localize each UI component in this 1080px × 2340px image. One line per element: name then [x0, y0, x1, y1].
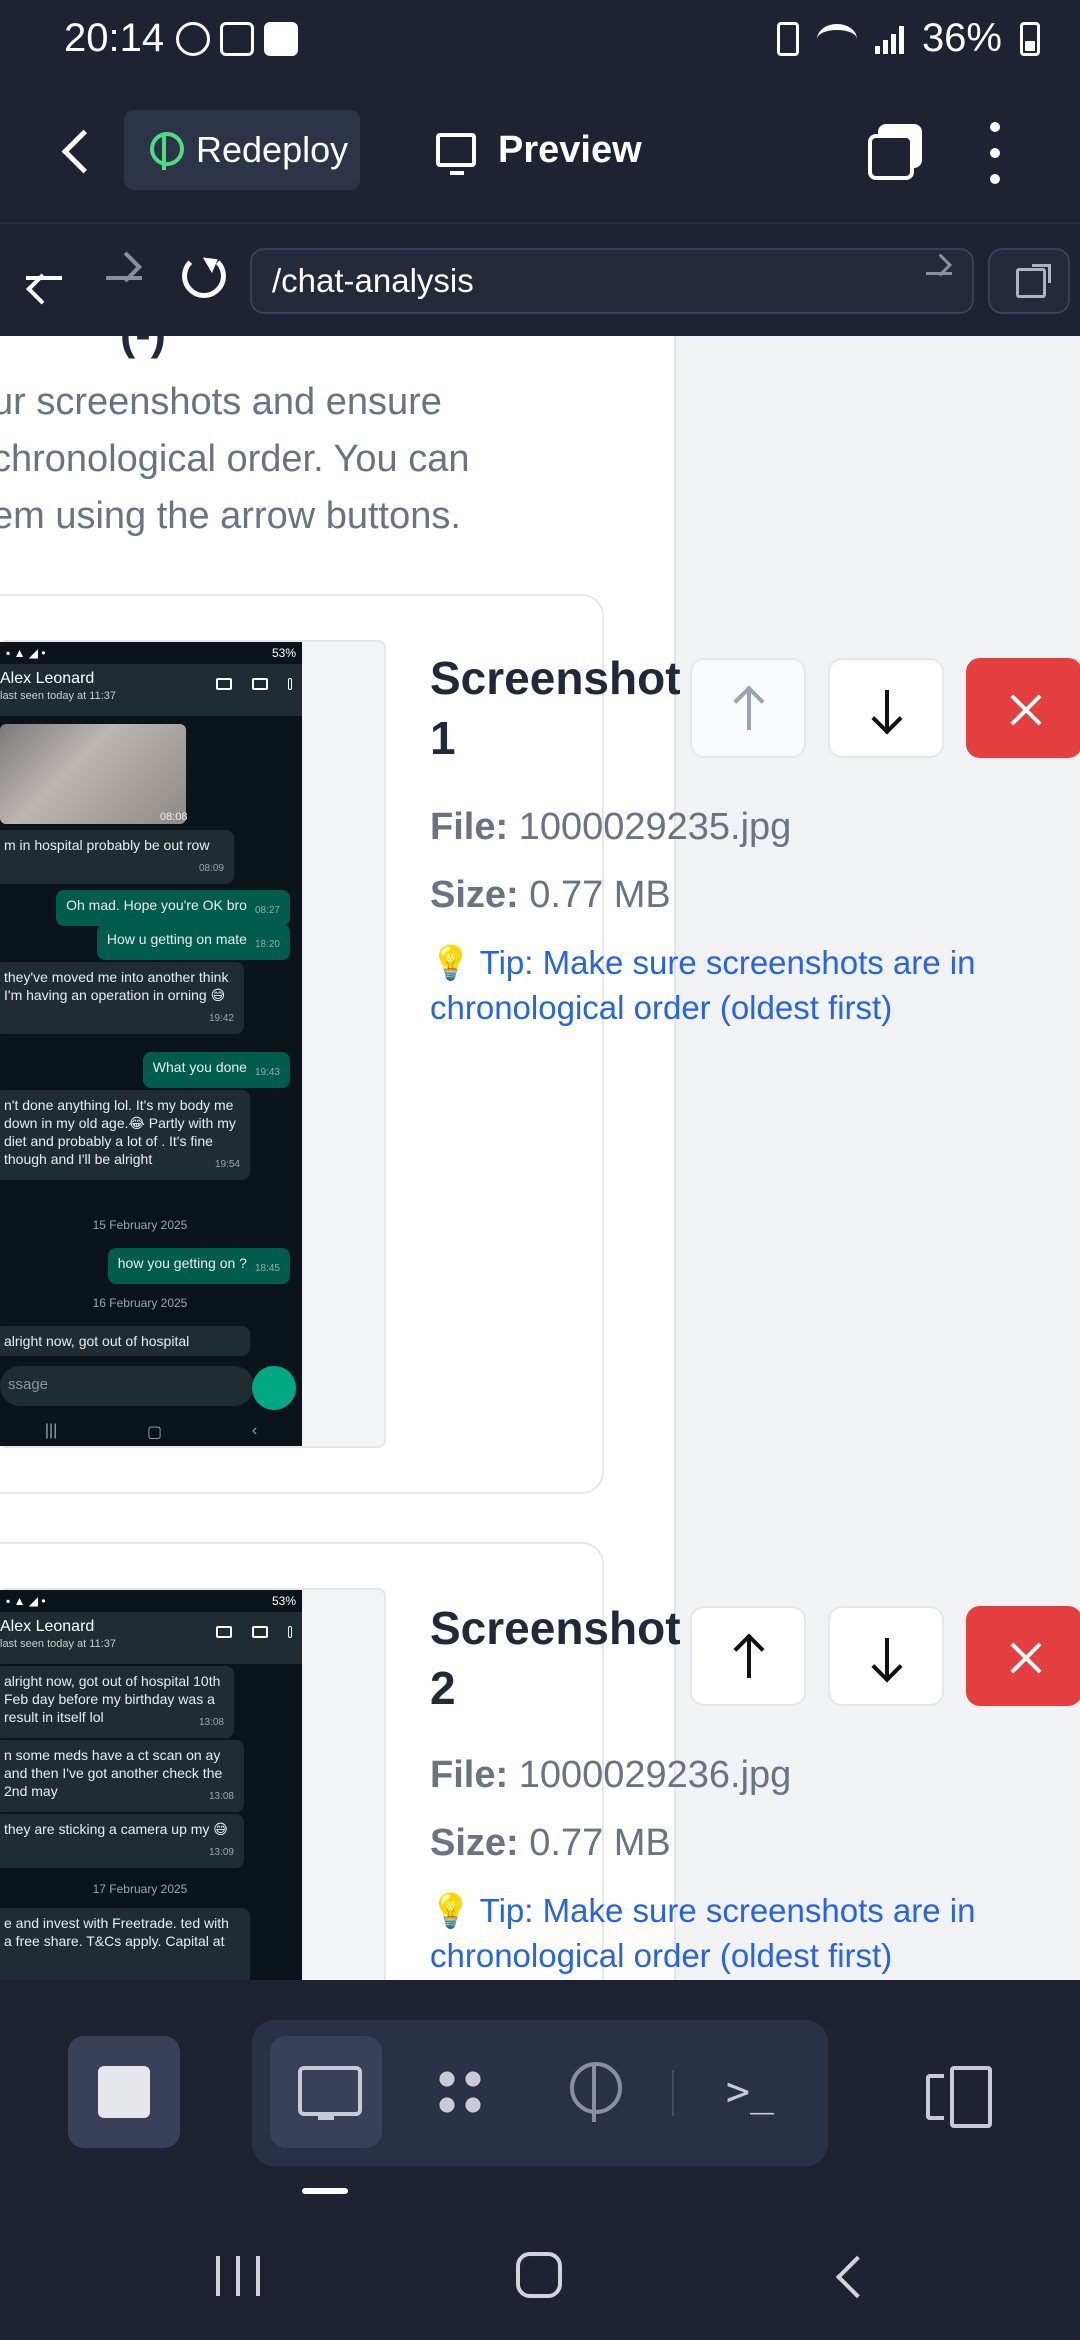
more-vert-icon[interactable]	[986, 122, 1004, 184]
screenshot-title: Screenshot 2	[430, 1602, 681, 1714]
intro-text: ur screenshots and ensure chronological …	[0, 381, 470, 537]
battery-saver-icon	[776, 21, 799, 56]
signal-icon	[874, 24, 904, 54]
deploy-icon	[148, 130, 184, 170]
file-name: File: 1000029236.jpg	[430, 1754, 792, 1796]
file-size: Size: 0.77 MB	[430, 874, 671, 916]
active-indicator	[302, 2188, 348, 2194]
preview-button[interactable]: Preview	[436, 110, 642, 190]
move-down-button[interactable]	[828, 658, 944, 758]
bottom-toolbar: >_	[0, 1980, 1080, 2190]
tip-text: 💡 Tip: Make sure screenshots are in chro…	[430, 1892, 976, 1974]
preview-label: Preview	[498, 128, 642, 171]
arrow-up-icon	[747, 1638, 751, 1678]
dock-panel-icon[interactable]	[920, 2036, 992, 2148]
tool-switcher: >_	[252, 2020, 828, 2166]
redeploy-button[interactable]: Redeploy	[124, 110, 360, 190]
back-icon[interactable]	[56, 122, 106, 182]
browser-back-button[interactable]	[22, 254, 72, 304]
external-link-icon[interactable]	[988, 248, 1070, 314]
url-input[interactable]: /chat-analysis	[250, 248, 974, 314]
tabs-icon[interactable]	[868, 124, 924, 180]
arrow-right-icon	[106, 276, 142, 280]
battery-icon	[1020, 21, 1040, 56]
file-size: Size: 0.77 MB	[430, 1822, 671, 1864]
screenshot-thumbnail: ▪ ▲ ◢ • 53% Alex Leonard last seen today …	[0, 642, 302, 1446]
file-name: File: 1000029235.jpg	[430, 806, 792, 848]
wifi-icon	[816, 23, 857, 54]
reload-icon[interactable]	[182, 254, 226, 298]
notification-icons	[176, 22, 298, 56]
system-back-icon[interactable]	[834, 2256, 864, 2296]
remove-button[interactable]	[966, 658, 1080, 758]
web-preview[interactable]: (-) ur screenshots and ensure chronologi…	[0, 336, 1080, 1980]
redeploy-label: Redeploy	[196, 129, 349, 170]
preview-tab-monitor-icon[interactable]	[270, 2036, 382, 2148]
close-icon	[1006, 690, 1046, 730]
move-up-button[interactable]	[690, 1606, 806, 1706]
arrow-down-icon	[885, 690, 889, 730]
terminal-icon[interactable]: >_	[694, 2036, 806, 2148]
close-icon	[1006, 1638, 1046, 1678]
app-header: Redeploy Preview	[0, 82, 1080, 222]
url-text: /chat-analysis	[272, 262, 474, 299]
side-panel	[674, 336, 1080, 1980]
gallery-icon	[220, 22, 254, 56]
monitor-icon	[436, 133, 476, 175]
battery-percent: 36%	[921, 16, 1002, 60]
arrow-up-icon	[747, 690, 751, 730]
arrow-left-icon	[26, 276, 62, 280]
checkbox-icon	[264, 22, 298, 56]
screenshot-title: Screenshot 1	[430, 652, 681, 764]
status-time: 20:14	[64, 16, 165, 60]
stop-button[interactable]	[68, 2036, 180, 2148]
arrow-down-icon	[885, 1638, 889, 1678]
url-toolbar: /chat-analysis	[0, 222, 1080, 336]
system-navigation-bar	[0, 2200, 1080, 2340]
browser-forward-button[interactable]	[100, 254, 150, 304]
move-up-button[interactable]	[690, 658, 806, 758]
section-heading: (-)	[120, 336, 166, 360]
deploy-icon[interactable]	[538, 2036, 650, 2148]
screenshot-thumbnail: ▪ ▲ ◢ • 53% Alex Leonard last seen today …	[0, 1590, 302, 1980]
home-icon[interactable]	[516, 2252, 562, 2298]
whatsapp-icon	[176, 22, 210, 56]
tip-text: 💡 Tip: Make sure screenshots are in chro…	[430, 944, 976, 1026]
system-icons: 36%	[776, 16, 1040, 61]
remove-button[interactable]	[966, 1606, 1080, 1706]
packages-icon[interactable]	[404, 2036, 516, 2148]
recents-icon[interactable]	[216, 2256, 260, 2296]
move-down-button[interactable]	[828, 1606, 944, 1706]
go-arrow-icon[interactable]	[926, 272, 952, 275]
status-bar: 20:14 36%	[0, 0, 1080, 82]
toolbar-divider	[672, 2070, 674, 2116]
